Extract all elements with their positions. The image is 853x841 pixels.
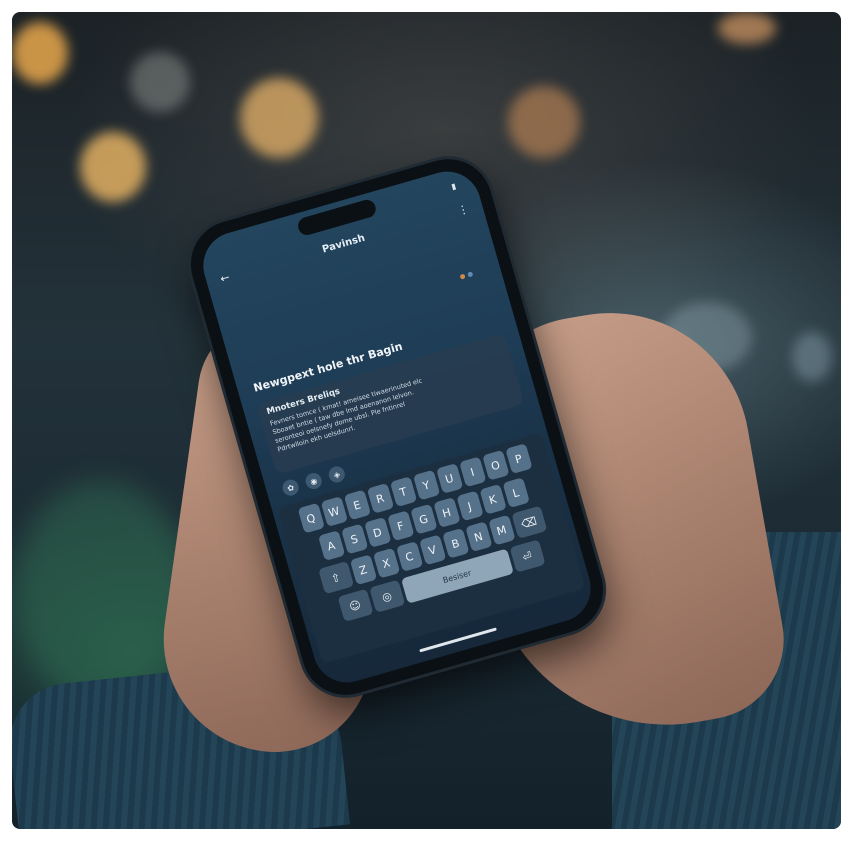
status-dot bbox=[467, 271, 474, 278]
status-dot bbox=[459, 273, 466, 280]
arrow-left-icon[interactable]: ← bbox=[219, 270, 231, 285]
key-w[interactable]: W bbox=[320, 496, 348, 528]
key-a[interactable]: A bbox=[317, 530, 345, 562]
bokeh-light bbox=[792, 332, 832, 382]
key-e[interactable]: E bbox=[343, 489, 371, 521]
key-i[interactable]: I bbox=[458, 456, 486, 488]
emoji-icon[interactable]: ☺ bbox=[337, 588, 374, 623]
globe-icon[interactable]: ◎ bbox=[368, 579, 405, 614]
key-o[interactable]: O bbox=[481, 449, 510, 481]
key-y[interactable]: Y bbox=[412, 469, 440, 501]
bokeh-light bbox=[240, 78, 318, 158]
key-n[interactable]: N bbox=[464, 521, 493, 553]
bokeh-light bbox=[508, 86, 580, 158]
key-r[interactable]: R bbox=[366, 483, 394, 514]
key-x[interactable]: X bbox=[372, 547, 400, 579]
more-icon[interactable]: ⋮ bbox=[456, 202, 470, 218]
key-d[interactable]: D bbox=[363, 517, 391, 548]
suggestion-chip[interactable]: ◉ bbox=[303, 471, 324, 491]
key-f[interactable]: F bbox=[386, 510, 415, 542]
suggestion-chip[interactable]: ✿ bbox=[280, 477, 301, 498]
key-t[interactable]: T bbox=[389, 476, 417, 508]
key-l[interactable]: L bbox=[502, 477, 530, 509]
backspace-icon[interactable]: ⌫ bbox=[510, 505, 547, 539]
key-v[interactable]: V bbox=[418, 534, 446, 566]
key-h[interactable]: H bbox=[432, 497, 461, 529]
key-g[interactable]: G bbox=[409, 503, 438, 535]
key-q[interactable]: Q bbox=[297, 502, 325, 534]
bokeh-light bbox=[12, 22, 68, 84]
shift-icon[interactable]: ⇧ bbox=[317, 561, 354, 595]
plant-foliage bbox=[12, 482, 192, 702]
key-u[interactable]: U bbox=[435, 463, 463, 494]
key-p[interactable]: P bbox=[504, 443, 533, 475]
bokeh-light bbox=[80, 132, 146, 202]
nav-title: Pavinsh bbox=[320, 232, 367, 255]
key-s[interactable]: S bbox=[340, 523, 368, 555]
key-z[interactable]: Z bbox=[349, 554, 377, 586]
battery-icon: ▮ bbox=[450, 181, 457, 192]
bokeh-light bbox=[718, 12, 776, 44]
onscreen-keyboard: Q W E R T Y U I O P A S D F G H J K L ⇧ … bbox=[277, 432, 586, 664]
return-key[interactable]: ⏎ bbox=[509, 539, 546, 573]
key-b[interactable]: B bbox=[441, 528, 470, 559]
key-j[interactable]: J bbox=[455, 490, 484, 522]
key-c[interactable]: C bbox=[395, 541, 423, 573]
key-m[interactable]: M bbox=[487, 514, 516, 546]
suggestion-chip[interactable]: ◈ bbox=[326, 464, 347, 485]
bokeh-light bbox=[130, 52, 190, 112]
photo-frame: ▮ ← Pavinsh ⋮ Newgpext hole thr Bagin Mn… bbox=[12, 12, 841, 829]
key-k[interactable]: K bbox=[478, 484, 507, 515]
